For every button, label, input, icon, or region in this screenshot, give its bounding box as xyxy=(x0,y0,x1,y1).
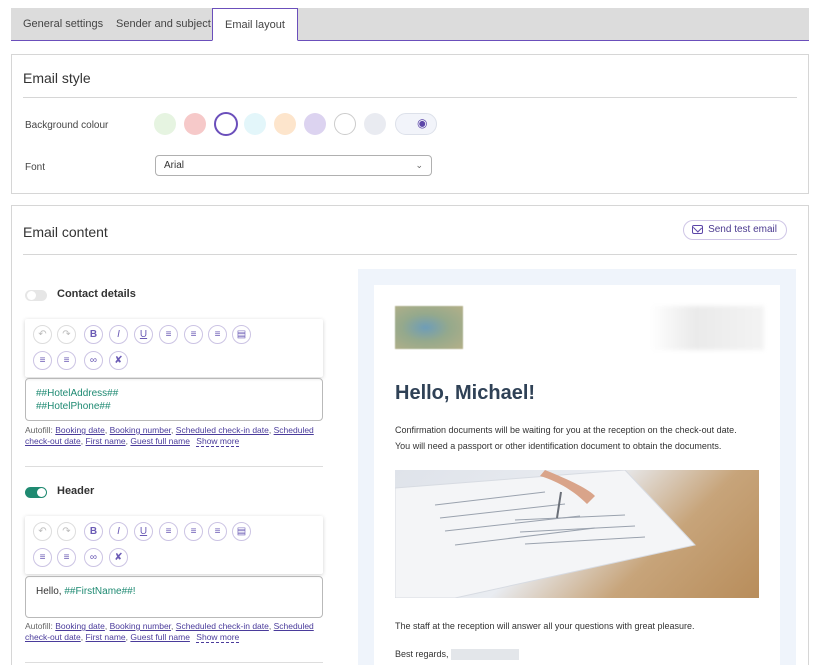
envelope-icon xyxy=(692,225,704,234)
font-select-value: Arial xyxy=(164,160,185,171)
swatch-pink[interactable] xyxy=(184,113,206,135)
hotel-phone-placeholder: ##HotelPhone## xyxy=(36,401,111,412)
font-label: Font xyxy=(25,162,46,173)
undo-icon[interactable]: ↶ xyxy=(33,522,52,541)
header-editor[interactable]: Hello, ##FirstName##! xyxy=(25,576,323,618)
bold-icon[interactable]: B xyxy=(84,325,103,344)
header-image-blurred xyxy=(650,306,764,350)
numbered-list-icon[interactable]: ≡ xyxy=(57,351,76,370)
send-test-email-label: Send test email xyxy=(708,224,777,235)
autofill-booking-number[interactable]: Booking number xyxy=(110,425,171,435)
preview-paragraph-2: The staff at the reception will answer a… xyxy=(395,621,695,631)
bullet-list-icon[interactable]: ≡ xyxy=(33,548,52,567)
blurred-hotel-name xyxy=(451,649,520,661)
redo-icon[interactable]: ↷ xyxy=(57,325,76,344)
font-select[interactable]: Arial ⌄ xyxy=(155,155,432,176)
numbered-list-icon[interactable]: ≡ xyxy=(57,548,76,567)
preview-greeting: Hello, Michael! xyxy=(395,382,536,404)
header-title: Header xyxy=(57,485,95,497)
email-style-panel: Email style Background colour ◉ Font Ari… xyxy=(11,54,809,194)
divider xyxy=(23,97,797,98)
first-name-placeholder: ##FirstName## xyxy=(64,586,133,597)
unlink-icon[interactable]: ✘ xyxy=(109,548,128,567)
editor-toolbar: ↶ ↷ B I U ≡ ≡ ≡ ▤ ≡ ≡ ∞ ✘ xyxy=(25,516,323,574)
send-test-email-button[interactable]: Send test email xyxy=(683,220,787,240)
unlink-icon[interactable]: ✘ xyxy=(109,351,128,370)
divider xyxy=(25,662,323,663)
tab-bar: General settings Sender and subject Emai… xyxy=(11,8,809,41)
align-right-icon[interactable]: ≡ xyxy=(208,325,227,344)
redo-icon[interactable]: ↷ xyxy=(57,522,76,541)
justify-icon[interactable]: ▤ xyxy=(232,522,251,541)
paint-bucket-icon: ◉ xyxy=(417,116,428,130)
underline-icon[interactable]: U xyxy=(134,325,153,344)
divider xyxy=(25,466,323,467)
swatch-gray[interactable] xyxy=(364,113,386,135)
bullet-list-icon[interactable]: ≡ xyxy=(33,351,52,370)
divider xyxy=(23,254,797,255)
autofill-booking-number[interactable]: Booking number xyxy=(110,621,171,631)
autofill-links: Autofill: Booking date, Booking number, … xyxy=(25,425,314,447)
autofill-booking-date[interactable]: Booking date xyxy=(55,425,105,435)
align-center-icon[interactable]: ≡ xyxy=(184,522,203,541)
autofill-label: Autofill: xyxy=(25,621,53,631)
align-center-icon[interactable]: ≡ xyxy=(184,325,203,344)
email-style-title: Email style xyxy=(23,70,91,86)
show-more-link[interactable]: Show more xyxy=(196,436,240,447)
chevron-down-icon: ⌄ xyxy=(415,160,423,170)
autofill-check-in-date[interactable]: Scheduled check-in date xyxy=(176,621,269,631)
autofill-guest-full-name[interactable]: Guest full name xyxy=(130,436,190,446)
contact-details-title: Contact details xyxy=(57,288,136,300)
italic-icon[interactable]: I xyxy=(109,522,128,541)
hotel-address-placeholder: ##HotelAddress## xyxy=(36,388,119,399)
tab-email-layout[interactable]: Email layout xyxy=(212,8,298,41)
swatch-green[interactable] xyxy=(154,113,176,135)
show-more-link[interactable]: Show more xyxy=(196,632,240,643)
background-colour-label: Background colour xyxy=(25,120,109,131)
autofill-label: Autofill: xyxy=(25,425,53,435)
link-icon[interactable]: ∞ xyxy=(84,351,103,370)
preview-signoff: Best regards, xyxy=(395,646,765,662)
italic-icon[interactable]: I xyxy=(109,325,128,344)
paper-illustration xyxy=(395,470,696,598)
swatch-light-blue[interactable] xyxy=(244,113,266,135)
autofill-guest-full-name[interactable]: Guest full name xyxy=(130,632,190,642)
bold-icon[interactable]: B xyxy=(84,522,103,541)
custom-colour-picker[interactable]: ◉ xyxy=(395,113,437,135)
autofill-first-name[interactable]: First name xyxy=(86,436,126,446)
tab-general-settings[interactable]: General settings xyxy=(11,8,115,40)
preview-paragraph-1: Confirmation documents will be waiting f… xyxy=(395,425,737,451)
swatch-white-selected[interactable] xyxy=(214,112,238,136)
swatch-peach[interactable] xyxy=(274,113,296,135)
autofill-check-in-date[interactable]: Scheduled check-in date xyxy=(176,425,269,435)
swatch-lavender[interactable] xyxy=(304,113,326,135)
undo-icon[interactable]: ↶ xyxy=(33,325,52,344)
link-icon[interactable]: ∞ xyxy=(84,548,103,567)
document-signing-photo xyxy=(395,470,759,598)
tab-sender-and-subject[interactable]: Sender and subject xyxy=(104,8,223,40)
autofill-first-name[interactable]: First name xyxy=(86,632,126,642)
email-content-panel: Email content Send test email Contact de… xyxy=(11,205,809,665)
contact-details-toggle[interactable] xyxy=(25,290,47,301)
hotel-logo-image xyxy=(395,306,463,349)
align-right-icon[interactable]: ≡ xyxy=(208,522,227,541)
header-toggle[interactable] xyxy=(25,487,47,498)
contact-details-editor[interactable]: ##HotelAddress## ##HotelPhone## xyxy=(25,378,323,421)
autofill-links: Autofill: Booking date, Booking number, … xyxy=(25,621,314,643)
align-left-icon[interactable]: ≡ xyxy=(159,522,178,541)
underline-icon[interactable]: U xyxy=(134,522,153,541)
autofill-booking-date[interactable]: Booking date xyxy=(55,621,105,631)
email-preview: Hello, Michael! Confirmation documents w… xyxy=(374,285,780,665)
swatch-white[interactable] xyxy=(334,113,356,135)
email-content-title: Email content xyxy=(23,224,108,240)
justify-icon[interactable]: ▤ xyxy=(232,325,251,344)
editor-toolbar: ↶ ↷ B I U ≡ ≡ ≡ ▤ ≡ ≡ ∞ ✘ xyxy=(25,319,323,377)
align-left-icon[interactable]: ≡ xyxy=(159,325,178,344)
header-text: Hello, xyxy=(36,586,65,597)
